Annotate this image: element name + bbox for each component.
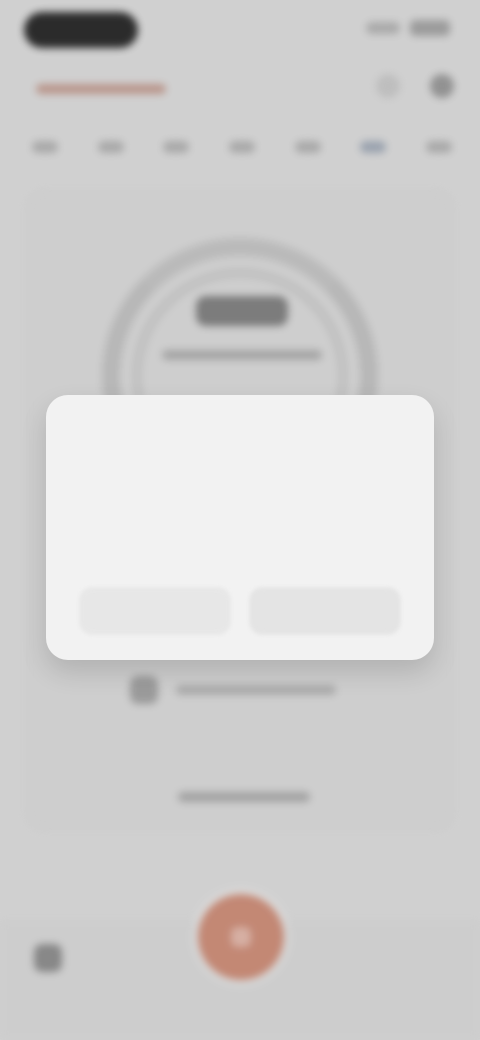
modal-primary-button[interactable] (250, 588, 400, 634)
modal-secondary-button[interactable] (80, 588, 230, 634)
modal-dialog (46, 395, 434, 660)
info-row (130, 676, 336, 704)
tab-5[interactable] (294, 141, 321, 153)
notifications-icon[interactable] (376, 74, 400, 98)
header-icons (376, 74, 454, 98)
tab-7[interactable] (425, 141, 452, 153)
gauge-subtitle-placeholder (162, 350, 322, 360)
app-header (0, 64, 480, 120)
profile-icon[interactable] (430, 74, 454, 98)
info-text-placeholder (176, 685, 336, 695)
bottom-left-icon[interactable] (34, 944, 62, 972)
status-bar (0, 0, 480, 64)
plus-icon (231, 927, 251, 947)
tab-4[interactable] (228, 141, 255, 153)
footer-note-placeholder (178, 792, 310, 802)
top-tabs (22, 130, 462, 164)
signal-icon (366, 22, 400, 34)
modal-actions (80, 588, 400, 634)
status-pill (24, 12, 138, 48)
phone-screen (0, 0, 480, 1040)
gauge-value-placeholder (196, 296, 288, 326)
battery-icon (410, 20, 450, 36)
status-icons (366, 20, 450, 36)
tab-2[interactable] (97, 141, 124, 153)
info-icon (130, 676, 158, 704)
brand-mark (36, 84, 166, 94)
tab-6-active[interactable] (360, 141, 387, 153)
tab-3[interactable] (163, 141, 190, 153)
tab-1[interactable] (32, 141, 58, 153)
primary-action-button[interactable] (198, 894, 284, 980)
